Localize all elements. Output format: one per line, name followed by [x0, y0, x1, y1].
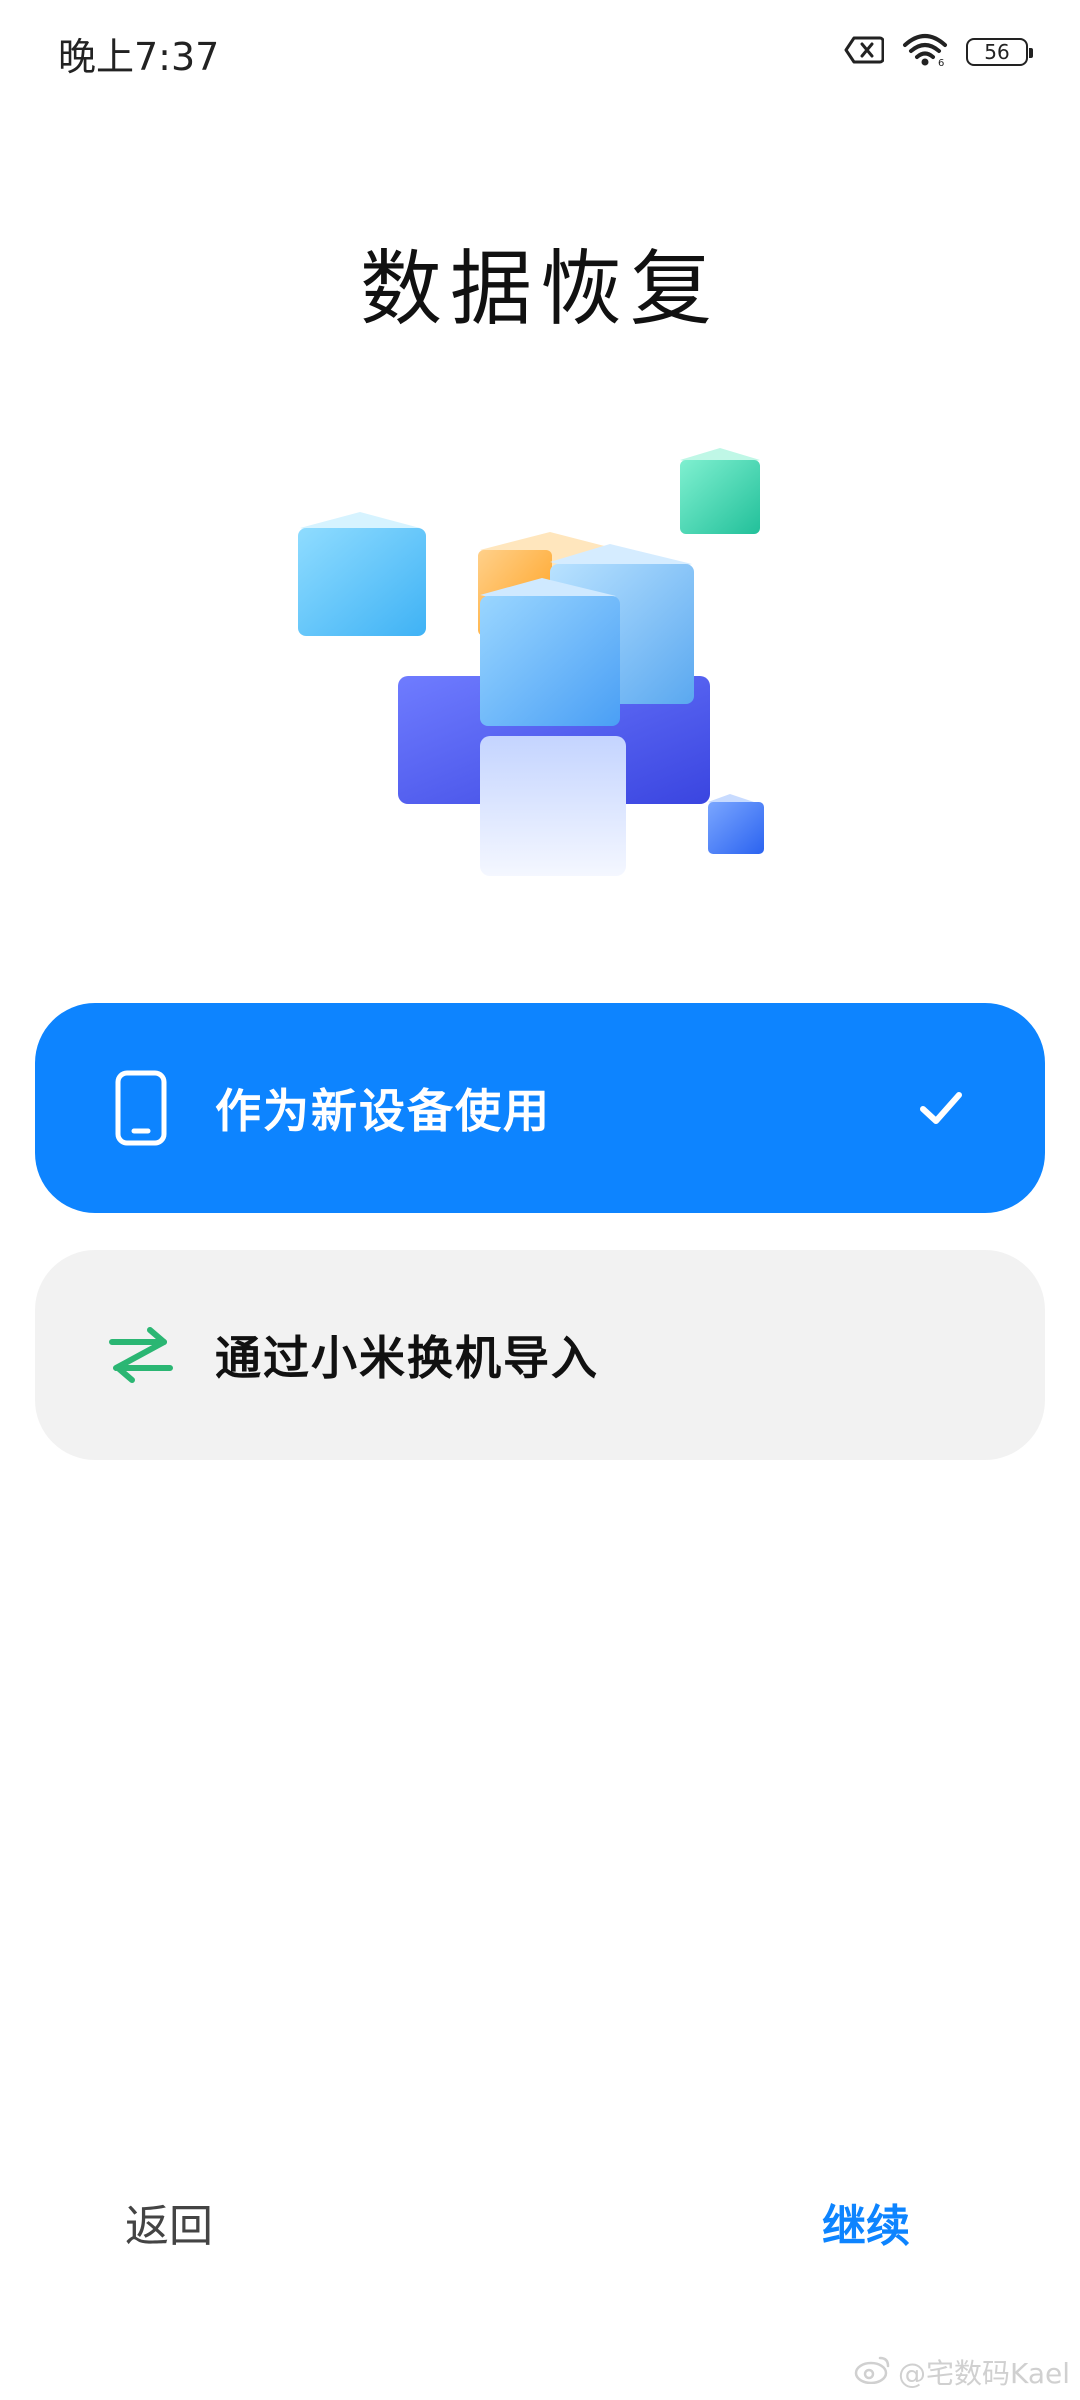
status-bar: 晚上7:37 6 56: [0, 0, 1080, 100]
watermark-text: @宅数码Kael: [897, 2357, 1070, 2390]
option-mi-mover-import-label: 通过小米换机导入: [215, 1331, 599, 1385]
page-title: 数据恢复: [359, 242, 720, 337]
svg-text:6: 6: [938, 58, 944, 67]
option-new-device[interactable]: 作为新设备使用: [35, 1003, 1045, 1213]
checkmark-icon: [917, 1084, 965, 1132]
battery-icon: 56: [966, 38, 1033, 66]
wifi-icon: 6: [902, 33, 948, 71]
phone-icon: [105, 1068, 177, 1148]
option-new-device-label: 作为新设备使用: [215, 1084, 551, 1138]
option-mi-mover-import[interactable]: 通过小米换机导入: [35, 1250, 1045, 1460]
weibo-icon: [854, 2354, 892, 2391]
back-button[interactable]: 返回: [105, 2180, 233, 2264]
data-cubes-illustration: [280, 440, 800, 920]
sim-error-icon: [844, 35, 885, 69]
continue-button[interactable]: 继续: [802, 2180, 930, 2264]
status-time: 晚上7:37: [58, 35, 220, 79]
transfer-arrows-icon: [105, 1315, 177, 1395]
watermark: @宅数码Kael: [854, 2352, 1070, 2392]
status-icons: 6 56: [844, 32, 1033, 72]
